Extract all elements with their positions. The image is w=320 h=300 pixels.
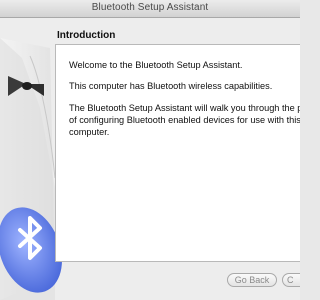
description-line-1: The Bluetooth Setup Assistant will walk … (69, 103, 300, 113)
capabilities-text: This computer has Bluetooth wireless cap… (69, 81, 273, 91)
description-line-3: computer. (69, 127, 110, 137)
title-bar[interactable]: Bluetooth Setup Assistant (0, 0, 300, 18)
intro-panel: Welcome to the Bluetooth Setup Assistant… (55, 44, 300, 262)
window-title: Bluetooth Setup Assistant (91, 2, 209, 13)
go-back-button[interactable]: Go Back (227, 273, 277, 287)
continue-button[interactable]: C (282, 273, 300, 287)
description-line-2: of configuring Bluetooth enabled devices… (69, 115, 300, 125)
page-heading: Introduction (57, 30, 116, 41)
welcome-text: Welcome to the Bluetooth Setup Assistant… (69, 60, 243, 70)
setup-assistant-window: Bluetooth Setup Assistant Introduction W… (0, 0, 300, 300)
